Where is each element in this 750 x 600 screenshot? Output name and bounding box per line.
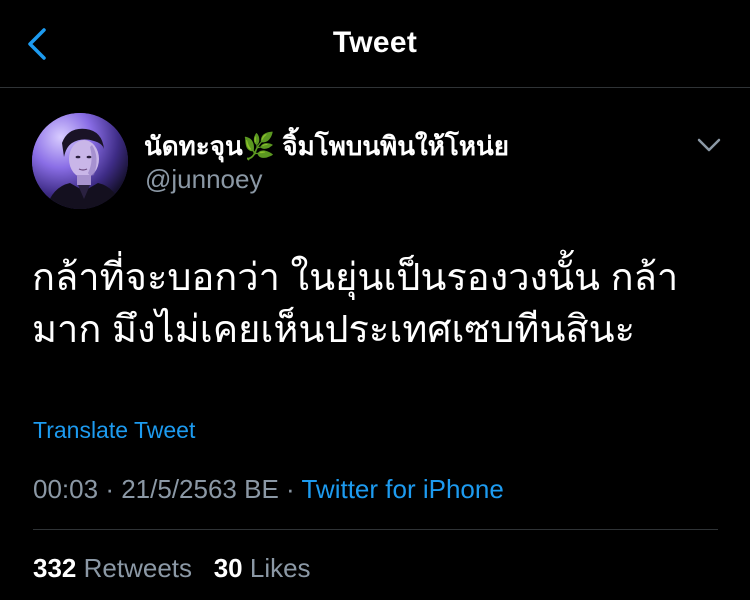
more-options-button[interactable] [694,132,724,158]
retweets-label: Retweets [83,553,193,583]
tweet-text-line: กล้าที่จะบอกว่า ในยุ่นเป็นรองวงนั้น กล้า [32,257,679,299]
avatar[interactable] [32,113,128,209]
separator: · [105,474,114,504]
tweet-time: 00:03 [33,474,99,504]
author-handle[interactable]: @junnoey [145,164,262,195]
author-display-name[interactable]: นัดทะจุน🌿 จิ้มโพบนพินให้โหน่ย [144,126,509,167]
translate-tweet-link[interactable]: Translate Tweet [33,417,195,444]
tweet-metadata: 00:03 · 21/5/2563 BE · Twitter for iPhon… [33,474,504,505]
navigation-bar: Tweet [0,0,750,88]
tweet-body: กล้าที่จะบอกว่า ในยุ่นเป็นรองวงนั้น กล้า… [32,252,722,356]
retweets-stat[interactable]: 332 Retweets [33,553,199,583]
chevron-down-icon [697,138,721,152]
page-title: Tweet [332,26,418,59]
tweet-date: 21/5/2563 BE [121,474,279,504]
separator: · [286,474,295,504]
tweet-text-line: มาก มึงไม่เคยเห็นประเทศเซบทีนสินะ [32,309,636,351]
likes-count: 30 [213,553,243,583]
retweets-count: 332 [33,553,77,583]
divider [33,529,718,530]
likes-label: Likes [249,553,311,583]
likes-stat[interactable]: 30 Likes [214,553,311,583]
profile-photo [32,113,128,209]
tweet-source-link[interactable]: Twitter for iPhone [301,474,503,504]
engagement-stats: 332 Retweets 30 Likes [33,553,311,584]
